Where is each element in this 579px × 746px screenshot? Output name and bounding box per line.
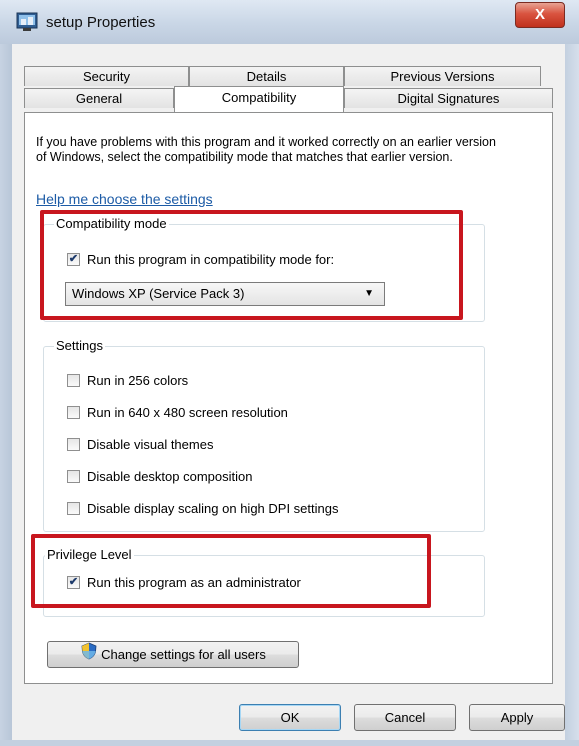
checkbox-640x480[interactable] — [67, 406, 80, 420]
checkbox-disable-visual-themes[interactable] — [67, 438, 80, 452]
tab-security[interactable]: Security — [24, 66, 189, 86]
option-256-colors[interactable]: Run in 256 colors — [67, 373, 188, 388]
option-640x480[interactable]: Run in 640 x 480 screen resolution — [67, 405, 288, 420]
cancel-button[interactable]: Cancel — [354, 704, 456, 731]
ok-button[interactable]: OK — [239, 704, 341, 731]
window-frame-bottom — [0, 740, 579, 746]
option-disable-display-scaling[interactable]: Disable display scaling on high DPI sett… — [67, 501, 338, 516]
option-label: Run in 640 x 480 screen resolution — [87, 405, 288, 420]
option-label: Disable visual themes — [87, 437, 214, 452]
apply-button[interactable]: Apply — [469, 704, 565, 731]
window-frame-right — [565, 44, 579, 746]
option-label: Run in 256 colors — [87, 373, 189, 388]
window-frame-left — [0, 44, 12, 746]
intro-text: If you have problems with this program a… — [36, 135, 496, 164]
settings-title: Settings — [54, 338, 105, 353]
highlight-box-compatibility — [40, 210, 463, 320]
change-settings-label: Change settings for all users — [101, 647, 266, 662]
change-settings-all-users-button[interactable]: Change settings for all users — [47, 641, 299, 668]
option-label: Disable display scaling on high DPI sett… — [87, 501, 339, 516]
checkbox-disable-display-scaling[interactable] — [67, 502, 80, 516]
checkbox-disable-desktop-composition[interactable] — [67, 470, 80, 484]
tab-previous-versions[interactable]: Previous Versions — [344, 66, 541, 86]
uac-shield-icon — [80, 642, 98, 668]
tab-compatibility[interactable]: Compatibility — [174, 86, 344, 112]
option-label: Disable desktop composition — [87, 469, 253, 484]
close-button[interactable]: X — [515, 2, 565, 28]
highlight-box-privilege — [31, 534, 431, 608]
option-disable-visual-themes[interactable]: Disable visual themes — [67, 437, 213, 452]
tab-details[interactable]: Details — [189, 66, 344, 86]
tab-digital-signatures[interactable]: Digital Signatures — [344, 88, 553, 108]
help-choose-settings-link[interactable]: Help me choose the settings — [36, 191, 213, 207]
window-title: setup Properties — [46, 14, 156, 31]
setup-app-icon — [16, 12, 38, 32]
tab-general[interactable]: General — [24, 88, 174, 108]
checkbox-256-colors[interactable] — [67, 374, 80, 388]
option-disable-desktop-composition[interactable]: Disable desktop composition — [67, 469, 252, 484]
